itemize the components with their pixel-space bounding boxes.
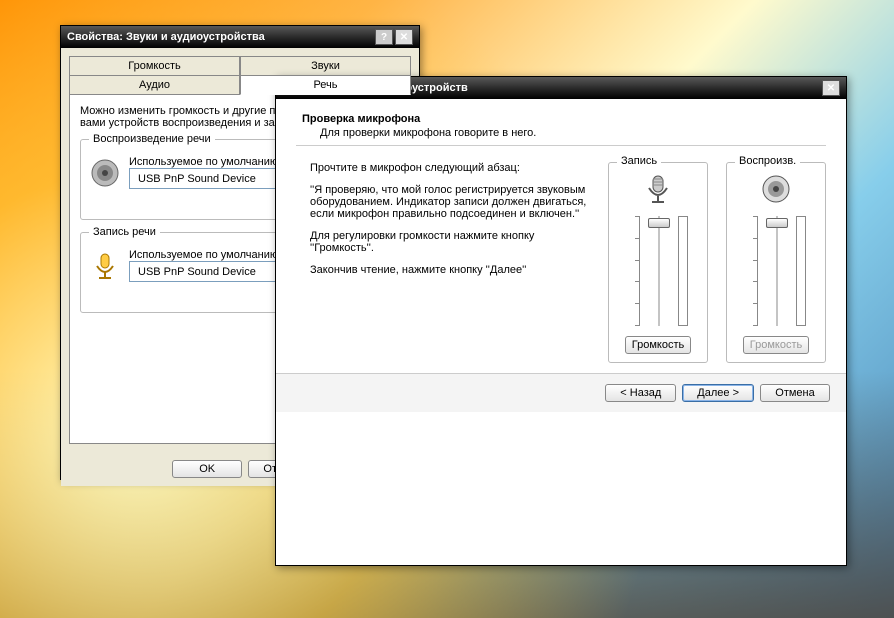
- tab-speech[interactable]: Речь: [240, 75, 411, 95]
- ok-button[interactable]: OK: [172, 460, 242, 478]
- speaker-icon: [760, 173, 792, 205]
- instruction-label: Прочтите в микрофон следующий абзац:: [310, 162, 590, 174]
- tab-sounds[interactable]: Звуки: [240, 56, 411, 76]
- wizard-instructions: Прочтите в микрофон следующий абзац: ''Я…: [296, 162, 590, 363]
- record-level-meter: [678, 216, 688, 326]
- playback-legend: Воспроизведение речи: [89, 133, 215, 145]
- scale-ticks: [746, 216, 758, 326]
- volume-hint: Для регулировки громкости нажмите кнопку…: [310, 230, 590, 254]
- back-button[interactable]: < Назад: [605, 384, 676, 402]
- help-button[interactable]: ?: [375, 29, 393, 45]
- wizard-header: Проверка микрофона Для проверки микрофон…: [296, 113, 826, 139]
- next-hint: Закончив чтение, нажмите кнопку ''Далее'…: [310, 264, 590, 276]
- microphone-icon: [642, 173, 674, 205]
- wizard-footer: < Назад Далее > Отмена: [276, 373, 846, 412]
- close-button[interactable]: ✕: [822, 80, 840, 96]
- next-button[interactable]: Далее >: [682, 384, 754, 402]
- recording-meter-group: Запись Громкость: [608, 162, 708, 363]
- window-title: Свойства: Звуки и аудиоустройства: [67, 31, 265, 43]
- playback-meter-group: Воспроизв. Громкость: [726, 162, 826, 363]
- record-volume-button[interactable]: Громкость: [625, 336, 691, 354]
- playback-legend: Воспроизв.: [735, 155, 800, 167]
- playback-volume-slider[interactable]: [768, 216, 786, 326]
- record-legend: Запись речи: [89, 226, 160, 238]
- tabs-row-2: Аудио Речь: [69, 75, 411, 94]
- sample-paragraph: ''Я проверяю, что мой голос регистрирует…: [310, 184, 590, 220]
- slider-thumb[interactable]: [648, 218, 670, 228]
- wizard-heading: Проверка микрофона: [296, 113, 826, 125]
- scale-ticks: [628, 216, 640, 326]
- cancel-button[interactable]: Отмена: [760, 384, 830, 402]
- playback-level-meter: [796, 216, 806, 326]
- wizard-subheading: Для проверки микрофона говорите в него.: [296, 127, 826, 139]
- tabs-row-1: Громкость Звуки: [69, 56, 411, 75]
- divider: [296, 145, 826, 146]
- titlebar[interactable]: Свойства: Звуки и аудиоустройства ? ✕: [61, 26, 419, 48]
- close-button[interactable]: ✕: [395, 29, 413, 45]
- playback-volume-button: Громкость: [743, 336, 809, 354]
- recording-legend: Запись: [617, 155, 661, 167]
- tab-audio[interactable]: Аудио: [69, 75, 240, 95]
- record-volume-slider[interactable]: [650, 216, 668, 326]
- audio-wizard-window: Мастер проверки аудиоустройств ✕ Проверк…: [275, 76, 847, 566]
- speaker-icon: [89, 157, 121, 189]
- tab-volume[interactable]: Громкость: [69, 56, 240, 76]
- microphone-icon: [89, 250, 121, 282]
- slider-thumb[interactable]: [766, 218, 788, 228]
